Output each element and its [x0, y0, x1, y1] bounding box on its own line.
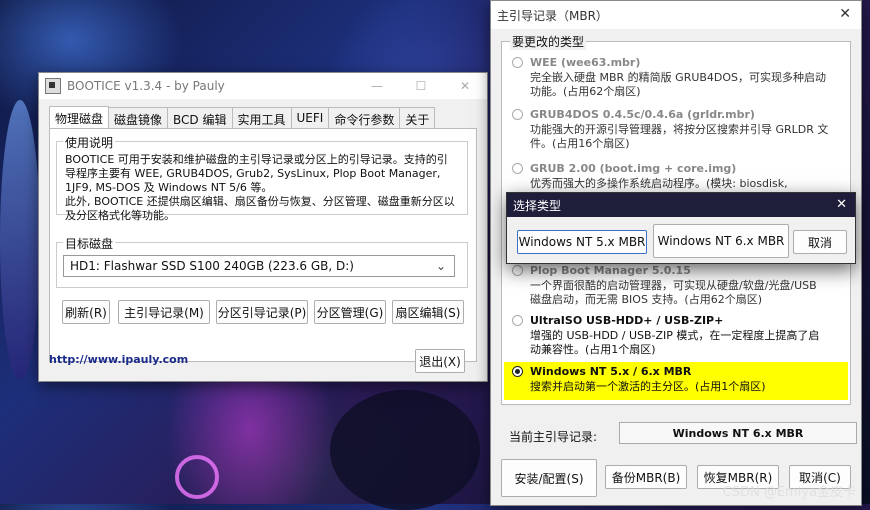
option-windows-nt[interactable]: Windows NT 5.x / 6.x MBR 搜索并启动第一个激活的主分区。… [504, 362, 848, 400]
usage-text: BOOTICE 可用于安装和维护磁盘的主引导记录或分区上的引导记录。支持的引导程… [65, 153, 457, 223]
install-config-button[interactable]: 安装/配置(S) [501, 459, 597, 497]
option-desc: 增强的 USB-HDD / USB-ZIP 模式，在一定程度上提高了启动兼容性。… [530, 329, 820, 356]
option-title: GRUB4DOS 0.4.5c/0.4.6a (grldr.mbr) [530, 108, 755, 121]
close-button[interactable]: ✕ [443, 73, 487, 99]
option-title: GRUB 2.00 (boot.img + core.img) [530, 162, 737, 175]
option-title: WEE (wee63.mbr) [530, 56, 641, 69]
usage-line: BOOTICE 可用于安装和维护磁盘的主引导记录或分区上的引导记录。支持的引导程… [65, 153, 448, 194]
wallpaper-glow-left [0, 100, 40, 380]
radio-button-selected[interactable] [512, 366, 523, 377]
target-disk-label: 目标磁盘 [63, 235, 116, 252]
refresh-button[interactable]: 刷新(R) [62, 300, 110, 324]
usage-label: 使用说明 [63, 134, 116, 151]
option-title: Windows NT 5.x / 6.x MBR [530, 365, 692, 378]
exit-button[interactable]: 退出(X) [415, 349, 465, 373]
current-mbr-value: Windows NT 6.x MBR [619, 422, 857, 444]
select-type-title: 选择类型 [513, 198, 562, 213]
nt6-mbr-button[interactable]: Windows NT 6.x MBR [653, 224, 789, 258]
backup-mbr-button[interactable]: 备份MBR(B) [605, 465, 687, 489]
maximize-button[interactable]: ☐ [399, 73, 443, 99]
radio-button[interactable] [512, 109, 523, 120]
radio-button[interactable] [512, 315, 523, 326]
target-disk-value: HD1: Flashwar SSD S100 240GB (223.6 GB, … [70, 259, 354, 273]
option-title: UltraISO USB-HDD+ / USB-ZIP+ [530, 314, 724, 327]
current-mbr-label: 当前主引导记录: [509, 430, 598, 444]
physical-disk-pane: 使用说明 BOOTICE 可用于安装和维护磁盘的主引导记录或分区上的引导记录。支… [49, 128, 477, 362]
partition-manage-button[interactable]: 分区管理(G) [314, 300, 386, 324]
window-title: BOOTICE v1.3.4 - by Pauly [67, 79, 225, 93]
close-icon[interactable]: ✕ [839, 6, 851, 22]
wallpaper-dark-shape [330, 390, 480, 510]
bootice-window: BOOTICE v1.3.4 - by Pauly — ☐ ✕ 物理磁盘 磁盘镜… [38, 72, 488, 382]
pbr-button[interactable]: 分区引导记录(P) [216, 300, 308, 324]
select-type-cancel-button[interactable]: 取消 [793, 230, 847, 254]
mbr-types-label: 要更改的类型 [510, 33, 587, 50]
close-icon[interactable]: ✕ [836, 197, 847, 212]
radio-button[interactable] [512, 163, 523, 174]
usage-group: 使用说明 BOOTICE 可用于安装和维护磁盘的主引导记录或分区上的引导记录。支… [56, 134, 468, 222]
sector-edit-button[interactable]: 扇区编辑(S) [392, 300, 464, 324]
target-disk-group: 目标磁盘 HD1: Flashwar SSD S100 240GB (223.6… [56, 235, 468, 288]
chevron-down-icon: ⌄ [435, 259, 446, 273]
option-desc: 功能强大的开源引导管理器，将按分区搜索并引导 GRLDR 文件。(占用16个扇区… [530, 123, 829, 150]
select-type-titlebar[interactable]: 选择类型 ✕ [507, 193, 855, 217]
option-desc: 完全嵌入硬盘 MBR 的精简版 GRUB4DOS，可实现多种启动功能。(占用62… [530, 71, 827, 98]
mbr-button[interactable]: 主引导记录(M) [118, 300, 210, 324]
website-link[interactable]: http://www.ipauly.com [49, 353, 188, 366]
select-type-dialog: 选择类型 ✕ Windows NT 5.x MBR Windows NT 6.x… [506, 192, 856, 264]
watermark-text: CSDN @Emiya金皮卡 [722, 485, 856, 500]
option-desc: 一个界面很酷的启动管理器，可实现从硬盘/软盘/光盘/USB 磁盘启动，而无需 B… [530, 279, 817, 306]
mbr-titlebar[interactable]: 主引导记录（MBR） ✕ [491, 1, 861, 29]
radio-button[interactable] [512, 57, 523, 68]
app-icon [45, 78, 61, 94]
nt5-mbr-button[interactable]: Windows NT 5.x MBR [517, 230, 647, 254]
usage-line: 此外, BOOTICE 还提供扇区编辑、扇区备份与恢复、分区管理、磁盘重新分区以… [65, 195, 455, 222]
option-title: Plop Boot Manager 5.0.15 [530, 264, 691, 277]
wallpaper-ring [175, 455, 219, 499]
mbr-window-title: 主引导记录（MBR） [497, 8, 608, 23]
target-disk-select[interactable]: HD1: Flashwar SSD S100 240GB (223.6 GB, … [63, 255, 455, 277]
minimize-button[interactable]: — [355, 73, 399, 99]
bootice-titlebar[interactable]: BOOTICE v1.3.4 - by Pauly — ☐ ✕ [39, 73, 487, 99]
option-desc: 搜索并启动第一个激活的主分区。(占用1个扇区) [530, 380, 766, 393]
option-desc: 优秀而强大的多操作系统启动程序。(模块: biosdisk, [530, 177, 788, 190]
radio-button[interactable] [512, 265, 523, 276]
